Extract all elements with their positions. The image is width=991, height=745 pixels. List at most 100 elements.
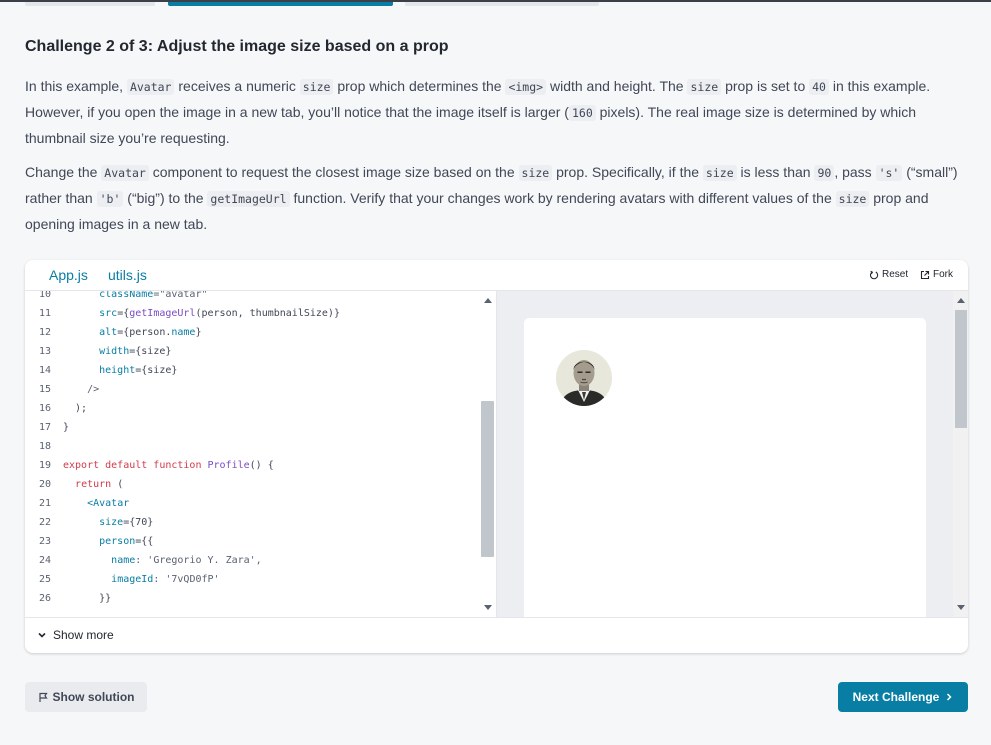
flag-icon [38,692,48,702]
challenge-number: Challenge 2 of 3: [25,38,154,55]
line-number: 20 [38,479,51,490]
code-token: /> [63,384,100,395]
code-token: ={person. [117,327,172,338]
code-token: export default function [63,460,208,471]
tab-app-js[interactable]: App.js [49,266,88,284]
tab-utils-js[interactable]: utils.js [108,266,147,284]
code-token: ={{ [135,536,154,547]
code-content: height={size} [63,361,177,380]
code-sandbox: App.js utils.js Reset Fork 10 className=… [25,260,968,653]
reset-button[interactable]: Reset [869,269,908,281]
sandbox-header: App.js utils.js Reset Fork [25,260,968,291]
code-token: ={ [117,308,130,319]
code-content: name: 'Gregorio Y. Zara', [63,551,262,570]
preview-scrollbar-thumb[interactable] [955,310,967,428]
code-token: name [111,555,136,566]
line-number: 16 [38,403,51,414]
fork-button[interactable]: Fork [920,269,953,281]
code-content: className="avatar" [63,291,208,304]
show-more-button[interactable]: Show more [37,628,114,642]
preview-scroll-down-icon[interactable] [957,605,965,610]
editor-scrollbar-thumb[interactable] [481,401,494,557]
code-token: name [171,327,196,338]
line-number: 12 [38,327,51,338]
show-solution-button[interactable]: Show solution [25,682,147,712]
inline-code: size [299,79,334,95]
code-token: : '7vQD0fP' [153,574,220,585]
code-content: <Avatar [63,494,129,513]
inline-code: size [518,165,553,181]
inline-code: size [835,191,870,207]
code-token: person [99,536,136,547]
line-number: 14 [38,365,51,376]
code-token: <Avatar [87,498,130,509]
code-token: ={size} [135,365,178,376]
inline-code: 40 [809,79,829,95]
fork-icon [920,270,930,280]
line-number: 22 [38,517,51,528]
editor-scroll-up-icon[interactable] [484,298,492,303]
fork-label: Fork [933,269,953,280]
code-content: export default function Profile() { [63,456,274,475]
inline-code: 160 [568,105,596,121]
code-content: /> [63,380,99,399]
inline-code: 's' [875,165,903,181]
challenge-step-1-indicator[interactable] [25,2,155,6]
line-number: 25 [38,574,51,585]
code-content: size={70} [63,513,153,532]
code-token: () { [249,460,274,471]
code-token: getImageUrl [129,308,196,319]
line-number: 19 [38,460,51,471]
preview-pane [496,291,968,617]
line-number: 23 [38,536,51,547]
code-token: Profile [207,460,250,471]
inline-code: Avatar [101,165,149,181]
code-content: src={getImageUrl(person, thumbnailSize)} [63,304,340,323]
challenge-step-3-indicator[interactable] [405,2,599,6]
inline-code: <img> [505,79,547,95]
code-token: src [99,308,118,319]
code-token: width [99,346,130,357]
editor-scroll-down-icon[interactable] [484,605,492,610]
preview-scroll-up-icon[interactable] [957,298,965,303]
code-token: ="avatar" [153,291,208,300]
challenge-title: Challenge 2 of 3: Adjust the image size … [25,37,449,57]
code-token: alt [99,327,118,338]
challenge-step-2-indicator[interactable] [168,2,393,6]
code-token: size [99,517,124,528]
line-number: 11 [38,308,51,319]
line-number: 18 [38,441,51,452]
chevron-down-icon [38,632,46,638]
inline-code: size [702,165,737,181]
line-number: 26 [38,593,51,604]
code-token: : 'Gregorio Y. Zara', [135,555,262,566]
code-content: } [63,418,69,437]
line-number: 13 [38,346,51,357]
reset-icon [869,270,879,280]
avatar-image [556,350,612,406]
code-token: (person, thumbnailSize)} [195,308,340,319]
challenge-title-text: Adjust the image size based on a prop [156,38,449,55]
code-content: return ( [63,475,123,494]
inline-code: 'b' [96,191,124,207]
code-editor[interactable]: 10 className="avatar" 11 src={getImageUrl… [25,291,496,617]
code-token: }} [63,593,112,604]
code-content: }} [63,589,111,608]
code-content: alt={person.name} [63,323,201,342]
code-token: ={70} [123,517,154,528]
line-number: 15 [38,384,51,395]
next-challenge-label: Next Challenge [852,690,940,704]
preview-frame [524,318,926,617]
code-content: ); [63,399,87,418]
next-challenge-button[interactable]: Next Challenge [838,682,968,712]
show-solution-label: Show solution [52,690,135,704]
code-token: return [75,479,112,490]
